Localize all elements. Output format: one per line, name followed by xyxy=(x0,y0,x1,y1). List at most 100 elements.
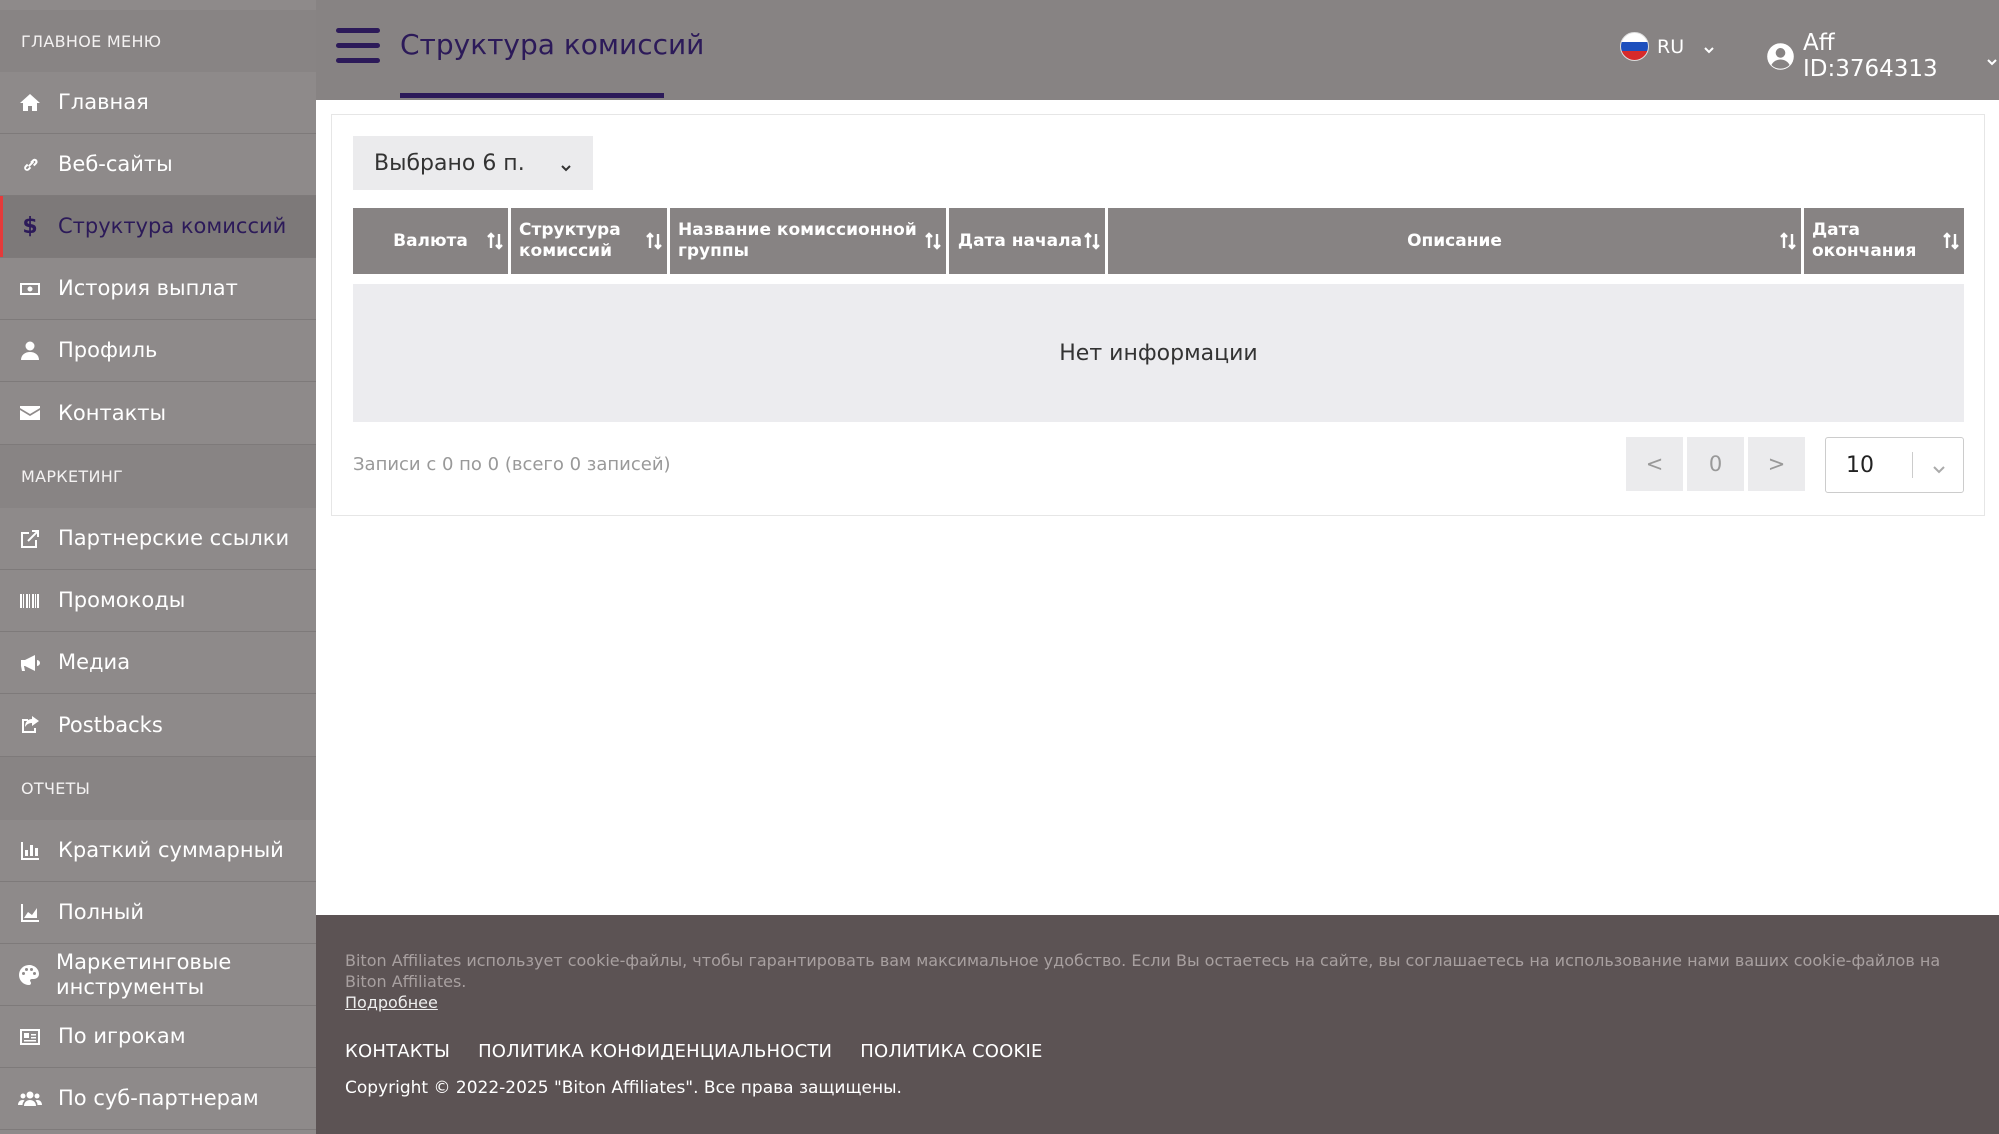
users-icon xyxy=(17,1086,43,1112)
sidebar-section-marketing: МАРКЕТИНГ xyxy=(0,445,316,508)
envelope-icon xyxy=(17,400,43,426)
column-header-label: Дата начала xyxy=(957,230,1083,251)
sidebar-item-label: Краткий суммарный xyxy=(58,838,284,862)
barcode-icon xyxy=(17,588,43,614)
sidebar-item-postbacks[interactable]: Postbacks xyxy=(0,694,316,757)
sidebar-section-main: ГЛАВНОЕ МЕНЮ xyxy=(0,10,316,72)
sidebar-item-label: По игрокам xyxy=(58,1024,186,1048)
hamburger-menu-icon[interactable] xyxy=(336,28,380,64)
sidebar-item-payout-history[interactable]: История выплат xyxy=(0,258,316,320)
pagination: < 0 > xyxy=(1626,437,1805,491)
prev-page-button[interactable]: < xyxy=(1626,437,1683,491)
sidebar-item-websites[interactable]: Веб-сайты xyxy=(0,134,316,196)
column-header-description[interactable]: Описание xyxy=(1108,208,1804,274)
sidebar-item-partner-links[interactable]: Партнерские ссылки xyxy=(0,508,316,570)
sidebar-item-label: Полный xyxy=(58,900,145,924)
sidebar-item-label: Партнерские ссылки xyxy=(58,526,290,550)
column-header-commission-structure[interactable]: Структура комиссий xyxy=(511,208,670,274)
column-header-label: Название комиссионной группы xyxy=(678,220,917,261)
sidebar-item-label: По суб-партнерам xyxy=(58,1086,259,1110)
sidebar-item-label: Медиа xyxy=(58,650,131,674)
page-title: Структура комиссий xyxy=(400,28,705,61)
sidebar-item-short-summary[interactable]: Краткий суммарный xyxy=(0,820,316,882)
copyright: Copyright © 2022-2025 "Biton Affiliates"… xyxy=(345,1078,902,1098)
area-chart-icon xyxy=(17,900,43,926)
money-bill-icon xyxy=(17,276,43,302)
column-header-label: Дата окончания xyxy=(1812,220,1917,261)
currency-filter-select[interactable]: Выбрано 6 п. xyxy=(353,136,593,190)
sidebar-item-by-players[interactable]: По игрокам xyxy=(0,1006,316,1068)
cookie-more-link[interactable]: Подробнее xyxy=(345,993,438,1012)
records-info: Записи с 0 по 0 (всего 0 записей) xyxy=(353,454,671,475)
bar-chart-icon xyxy=(17,838,43,864)
sidebar-item-contacts[interactable]: Контакты xyxy=(0,382,316,445)
dollar-icon: $ xyxy=(22,214,38,239)
sidebar-top-strip xyxy=(0,0,316,10)
sidebar-item-label: Главная xyxy=(58,90,149,114)
sidebar-item-label: Контакты xyxy=(58,400,167,425)
column-header-currency[interactable]: Валюта xyxy=(353,208,511,274)
column-header-start-date[interactable]: Дата начала xyxy=(949,208,1108,274)
empty-table-message: Нет информации xyxy=(353,284,1964,422)
commission-table: Валюта Структура комиссий Название комис… xyxy=(353,208,1964,422)
chevron-down-icon xyxy=(1702,40,1716,54)
sidebar-item-marketing-tools[interactable]: Маркетинговые инструменты xyxy=(0,944,316,1006)
sort-icon xyxy=(924,231,942,251)
footer: Biton Affiliates использует cookie-файлы… xyxy=(316,915,1999,1134)
sidebar-item-label: Структура комиссий xyxy=(58,214,287,238)
cookie-notice: Biton Affiliates использует cookie-файлы… xyxy=(345,950,1975,1013)
page-size-select[interactable]: 10 xyxy=(1825,437,1964,493)
chevron-down-icon xyxy=(1931,458,1947,474)
sidebar-item-label: Postbacks xyxy=(58,712,163,737)
page-size-value: 10 xyxy=(1846,452,1874,478)
next-page-button[interactable]: > xyxy=(1748,437,1805,491)
sort-icon xyxy=(645,231,663,251)
sort-icon xyxy=(1942,231,1960,251)
sort-icon xyxy=(1083,231,1101,251)
current-page-button[interactable]: 0 xyxy=(1687,437,1744,491)
sidebar-item-by-subpartners[interactable]: По суб-партнерам xyxy=(0,1068,316,1130)
footer-link-contacts[interactable]: КОНТАКТЫ xyxy=(345,1041,450,1062)
language-code: RU xyxy=(1657,35,1685,58)
sidebar-item-full[interactable]: Полный xyxy=(0,882,316,944)
id-card-icon xyxy=(17,1024,43,1050)
sidebar-item-home[interactable]: Главная xyxy=(0,72,316,134)
sort-icon xyxy=(486,231,504,251)
chevron-down-icon xyxy=(1985,49,1999,66)
top-header: Структура комиссий RU Aff ID:3764313 xyxy=(316,0,1999,100)
sidebar-item-label: История выплат xyxy=(58,276,238,300)
sidebar-item-label: Веб-сайты xyxy=(58,152,173,176)
column-header-end-date[interactable]: Дата окончания xyxy=(1804,208,1964,274)
commission-structure-card: Выбрано 6 п. Валюта Структура комиссий Н… xyxy=(331,114,1985,516)
chevron-down-icon xyxy=(559,156,573,172)
user-circle-icon xyxy=(1766,42,1795,71)
filter-selected-label: Выбрано 6 п. xyxy=(374,150,525,176)
share-icon xyxy=(17,712,43,738)
megaphone-icon xyxy=(17,650,43,676)
home-icon xyxy=(17,90,43,116)
column-header-label: Структура комиссий xyxy=(519,220,621,261)
sidebar-item-label: Профиль xyxy=(58,338,158,362)
sidebar-item-promocodes[interactable]: Промокоды xyxy=(0,570,316,632)
select-separator xyxy=(1912,452,1913,478)
account-menu[interactable]: Aff ID:3764313 xyxy=(1766,30,1999,82)
footer-links: КОНТАКТЫ ПОЛИТИКА КОНФИДЕНЦИАЛЬНОСТИ ПОЛ… xyxy=(345,1041,1043,1062)
footer-link-privacy-policy[interactable]: ПОЛИТИКА КОНФИДЕНЦИАЛЬНОСТИ xyxy=(478,1041,832,1062)
external-link-icon xyxy=(17,526,43,552)
sidebar-item-profile[interactable]: Профиль xyxy=(0,320,316,382)
palette-icon xyxy=(17,962,41,988)
sidebar-item-label: Промокоды xyxy=(58,588,186,612)
sidebar-item-commission-structure[interactable]: $ Структура комиссий xyxy=(0,196,316,258)
sidebar-item-media[interactable]: Медиа xyxy=(0,632,316,694)
column-header-label: Валюта xyxy=(393,230,468,251)
column-header-label: Описание xyxy=(1407,230,1502,251)
user-icon xyxy=(17,338,43,364)
empty-table-row: Нет информации xyxy=(353,284,1964,422)
sort-icon xyxy=(1779,231,1797,251)
active-tab-underline xyxy=(400,93,664,98)
language-selector[interactable]: RU xyxy=(1620,32,1716,61)
column-header-group-name[interactable]: Название комиссионной группы xyxy=(670,208,949,274)
sidebar-section-reports: ОТЧЕТЫ xyxy=(0,757,316,820)
cookie-notice-text: Biton Affiliates использует cookie-файлы… xyxy=(345,951,1941,991)
footer-link-cookie-policy[interactable]: ПОЛИТИКА COOKIE xyxy=(860,1041,1042,1062)
